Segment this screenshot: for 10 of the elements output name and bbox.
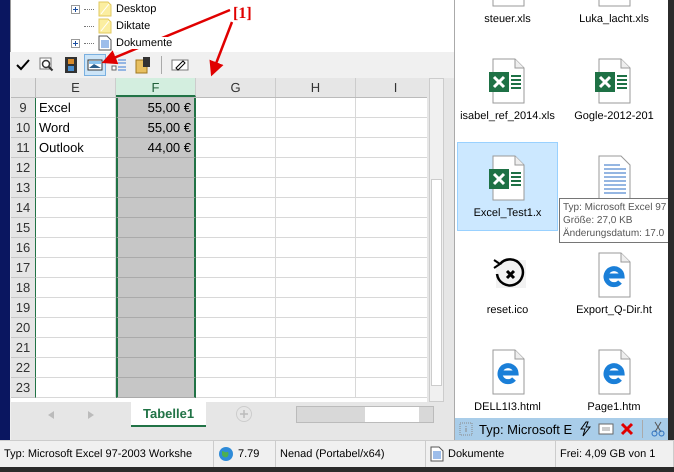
annotation-label: [1] — [233, 5, 252, 23]
table-cell: 55,00 € — [116, 118, 196, 138]
status-text: Nenad (Portabel/x64) — [280, 448, 385, 460]
table-cell: 44,00 € — [116, 138, 196, 158]
status-text: Typ: Microsoft Excel 97-2003 Workshe — [4, 448, 192, 460]
table-cell: 55,00 € — [116, 98, 196, 118]
status-text: 7.79 — [238, 448, 260, 460]
status-text: Dokumente — [448, 448, 504, 460]
status-text: Frei: 4,09 GB von 1 — [560, 448, 656, 460]
file-type-text: Typ: Microsoft E — [479, 422, 572, 436]
